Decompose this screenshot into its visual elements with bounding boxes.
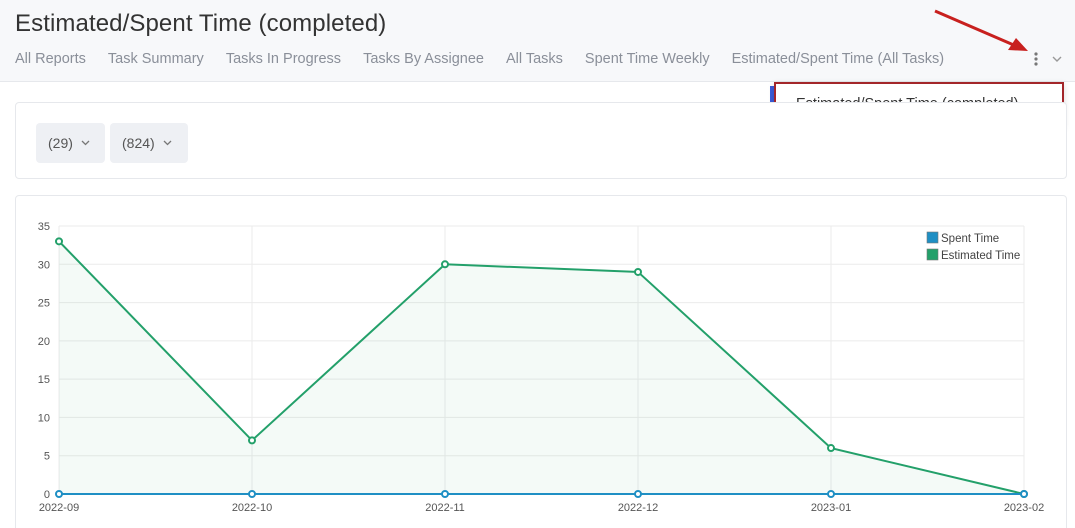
legend-swatch bbox=[926, 231, 939, 244]
chart-card: 0 5 10 15 20 25 30 35 2022-09 2022-10 2022-11 2022-… bbox=[15, 195, 1067, 528]
x-tick-label: 2023-01 bbox=[811, 502, 851, 514]
data-point bbox=[827, 444, 835, 453]
data-point bbox=[55, 490, 63, 498]
data-point bbox=[55, 237, 63, 246]
report-header: Estimated/Spent Time (completed) All Rep… bbox=[0, 0, 1075, 82]
filter-label: (824) bbox=[122, 135, 155, 151]
x-tick-label: 2022-10 bbox=[232, 502, 272, 514]
tab-task-summary[interactable]: Task Summary bbox=[108, 51, 204, 67]
y-tick-label: 25 bbox=[38, 298, 50, 310]
filter-card: (29) (824) bbox=[15, 102, 1067, 179]
y-tick-label: 10 bbox=[38, 412, 50, 424]
y-tick-label: 5 bbox=[44, 451, 50, 463]
data-point bbox=[441, 490, 449, 498]
chevron-down-icon bbox=[81, 140, 90, 146]
legend-label: Estimated Time bbox=[941, 250, 1020, 262]
legend-label: Spent Time bbox=[941, 233, 999, 245]
data-point bbox=[248, 490, 256, 498]
filter-dropdown-2[interactable]: (824) bbox=[110, 123, 188, 163]
more-vertical-icon[interactable] bbox=[1031, 51, 1041, 67]
tab-all-tasks[interactable]: All Tasks bbox=[506, 51, 563, 67]
y-tick-label: 30 bbox=[38, 259, 50, 271]
x-tick-label: 2022-12 bbox=[618, 502, 658, 514]
x-tick-label: 2022-11 bbox=[425, 502, 465, 514]
tab-estimated-spent-time-all[interactable]: Estimated/Spent Time (All Tasks) bbox=[732, 51, 944, 67]
data-point bbox=[1020, 490, 1028, 498]
estimated-spent-time-chart: 0 5 10 15 20 25 30 35 2022-09 2022-10 2022-11 2022-… bbox=[38, 221, 1044, 514]
page-title: Estimated/Spent Time (completed) bbox=[15, 10, 387, 37]
tab-tasks-by-assignee[interactable]: Tasks By Assignee bbox=[363, 51, 484, 67]
data-point bbox=[827, 490, 835, 498]
tab-spent-time-weekly[interactable]: Spent Time Weekly bbox=[585, 51, 710, 67]
x-tick-label: 2023-02 bbox=[1004, 502, 1044, 514]
filter-dropdown-1[interactable]: (29) bbox=[36, 123, 105, 163]
data-point bbox=[634, 490, 642, 498]
data-point bbox=[248, 436, 256, 445]
y-tick-label: 35 bbox=[38, 221, 50, 233]
tab-all-reports[interactable]: All Reports bbox=[15, 51, 86, 67]
chevron-down-icon bbox=[163, 140, 172, 146]
annotation-arrow bbox=[934, 9, 1028, 51]
y-tick-label: 0 bbox=[44, 489, 50, 501]
filter-label: (29) bbox=[48, 135, 73, 151]
chevron-down-icon[interactable] bbox=[1051, 54, 1063, 64]
legend-swatch bbox=[926, 248, 939, 261]
tab-tasks-in-progress[interactable]: Tasks In Progress bbox=[226, 51, 341, 67]
y-tick-label: 15 bbox=[38, 374, 50, 386]
x-tick-label: 2022-09 bbox=[39, 502, 79, 514]
data-point bbox=[441, 260, 449, 269]
report-tabs: All Reports Task Summary Tasks In Progre… bbox=[15, 51, 944, 67]
y-tick-label: 20 bbox=[38, 336, 50, 348]
data-point bbox=[634, 267, 642, 276]
